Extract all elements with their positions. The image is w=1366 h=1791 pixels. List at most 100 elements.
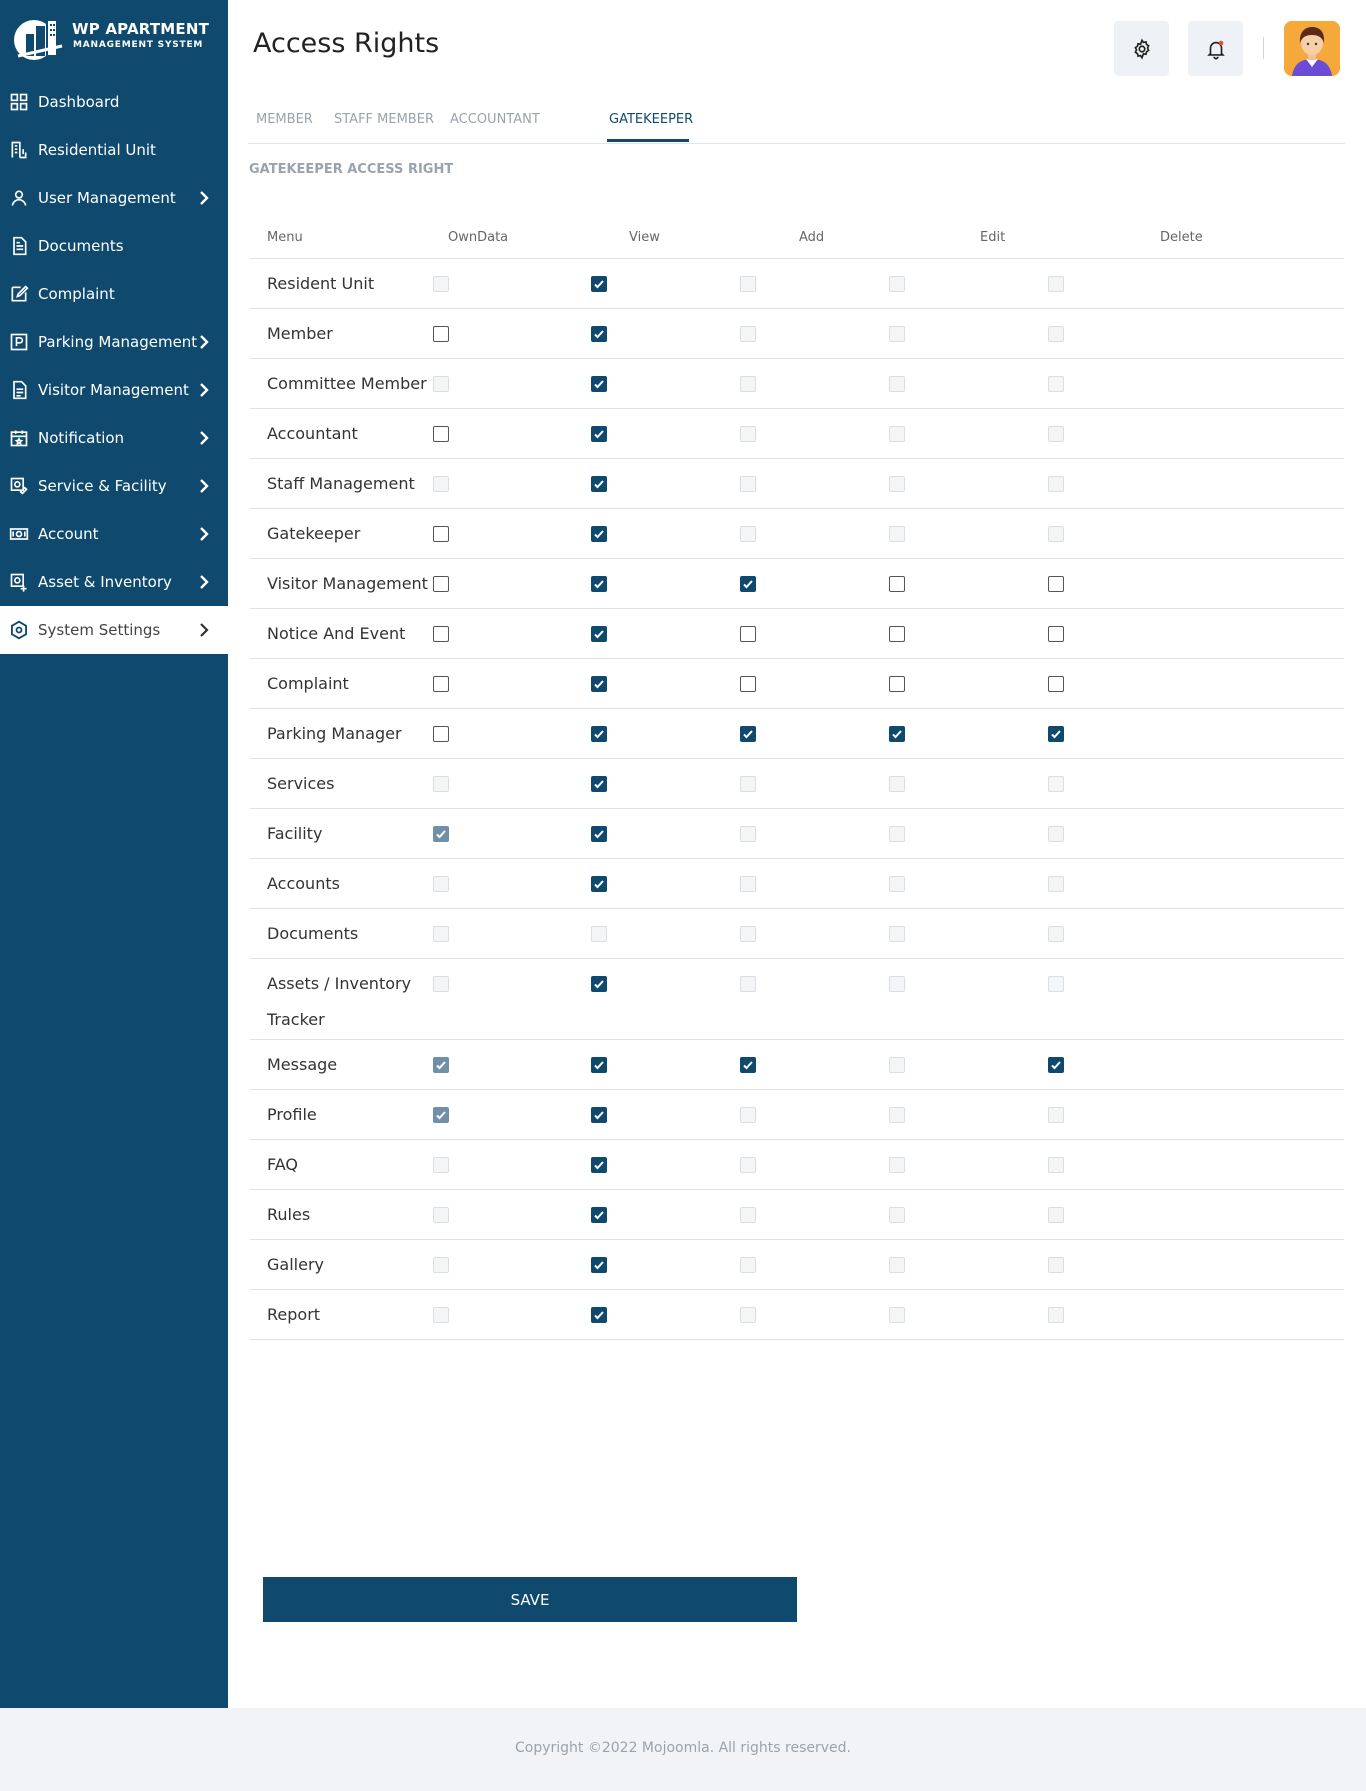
checkbox-add[interactable] [740,676,756,692]
checkbox-view[interactable] [591,476,607,492]
checkbox-view[interactable] [591,826,607,842]
building-icon [8,139,30,161]
checkbox-add [740,1157,756,1173]
table-row: Facility [250,809,1344,859]
save-button[interactable]: SAVE [263,1577,797,1622]
sidebar-item-account[interactable]: Account [0,510,228,558]
checkbox-edit [889,476,905,492]
sidebar-item-complaint[interactable]: Complaint [0,270,228,318]
checkbox-view[interactable] [591,426,607,442]
checkbox-view[interactable] [591,776,607,792]
checkbox-view[interactable] [591,376,607,392]
table-header: Menu OwnData View Add Edit Delete [250,224,1344,259]
checkbox-owndata [433,826,449,842]
checkbox-owndata[interactable] [433,676,449,692]
gear-icon [1133,38,1150,59]
checkbox-owndata[interactable] [433,526,449,542]
checkbox-delete[interactable] [1048,576,1064,592]
chevron-right-icon [196,526,212,542]
checkbox-view[interactable] [591,526,607,542]
checkbox-add [740,826,756,842]
checkbox-view[interactable] [591,1307,607,1323]
checkbox-delete[interactable] [1048,726,1064,742]
tab-accountant[interactable]: ACCOUNTANT [450,112,540,127]
settings-button[interactable] [1114,21,1169,76]
table-row: Staff Management [250,459,1344,509]
sidebar-item-label: Notification [38,429,125,447]
sidebar-item-residential-unit[interactable]: Residential Unit [0,126,228,174]
checkbox-owndata[interactable] [433,576,449,592]
sidebar-item-label: Visitor Management [38,381,189,399]
row-label: Parking Manager [267,724,402,743]
table-row: Resident Unit [250,259,1344,309]
checkbox-view[interactable] [591,1207,607,1223]
checkbox-view[interactable] [591,876,607,892]
checkbox-delete [1048,1157,1064,1173]
chevron-right-icon [196,574,212,590]
checkbox-owndata[interactable] [433,326,449,342]
checkbox-view[interactable] [591,276,607,292]
sidebar-item-label: Dashboard [38,93,120,111]
checkbox-add[interactable] [740,576,756,592]
checkbox-view[interactable] [591,626,607,642]
checkbox-delete [1048,1307,1064,1323]
row-label: Member [267,324,333,343]
table-row: Visitor Management [250,559,1344,609]
checkbox-delete[interactable] [1048,1057,1064,1073]
checkbox-delete[interactable] [1048,676,1064,692]
checkbox-edit[interactable] [889,576,905,592]
sidebar-item-label: System Settings [38,621,161,639]
checkbox-add [740,276,756,292]
checkbox-edit[interactable] [889,726,905,742]
brand-logo[interactable]: WP APARTMENT MANAGEMENT SYSTEM [10,14,220,64]
sidebar-item-asset-inventory[interactable]: Asset & Inventory [0,558,228,606]
checkbox-owndata [433,1257,449,1273]
checkbox-add[interactable] [740,626,756,642]
sidebar-item-service-facility[interactable]: Service & Facility [0,462,228,510]
checkbox-view[interactable] [591,1157,607,1173]
sidebar-item-documents[interactable]: Documents [0,222,228,270]
checkbox-view[interactable] [591,326,607,342]
sidebar-item-dashboard[interactable]: Dashboard [0,78,228,126]
service-icon [8,475,30,497]
row-label: FAQ [267,1155,298,1174]
checkbox-view[interactable] [591,1107,607,1123]
tab-gatekeeper[interactable]: GATEKEEPER [609,112,693,127]
checkbox-edit[interactable] [889,626,905,642]
checkbox-edit[interactable] [889,676,905,692]
table-row: Report [250,1290,1344,1340]
checkbox-add[interactable] [740,726,756,742]
checkbox-view[interactable] [591,726,607,742]
checkbox-owndata[interactable] [433,626,449,642]
sidebar-item-notification[interactable]: Notification [0,414,228,462]
checkbox-owndata[interactable] [433,726,449,742]
checkbox-edit [889,776,905,792]
tab-member[interactable]: MEMBER [256,112,313,127]
checkbox-view[interactable] [591,1057,607,1073]
sidebar-item-parking-management[interactable]: Parking Management [0,318,228,366]
row-label: Message [267,1055,338,1074]
checkbox-owndata [433,876,449,892]
sidebar-item-system-settings[interactable]: System Settings [0,606,228,654]
checkbox-view[interactable] [591,676,607,692]
tab-staff-member[interactable]: STAFF MEMBER [334,112,434,127]
access-rights-table: Menu OwnData View Add Edit Delete Reside… [250,224,1344,1340]
sidebar-item-visitor-management[interactable]: Visitor Management [0,366,228,414]
checkbox-owndata[interactable] [433,426,449,442]
checkbox-view[interactable] [591,1257,607,1273]
brand-subtitle: MANAGEMENT SYSTEM [73,40,204,50]
avatar[interactable] [1284,21,1340,76]
notifications-button[interactable] [1188,21,1243,76]
checkbox-delete [1048,326,1064,342]
checkbox-view[interactable] [591,576,607,592]
row-label: Resident Unit [267,274,375,293]
sidebar-item-user-management[interactable]: User Management [0,174,228,222]
checkbox-add [740,976,756,992]
checkbox-edit [889,1207,905,1223]
checkbox-delete[interactable] [1048,626,1064,642]
row-label: Gatekeeper [267,524,361,543]
checkbox-view[interactable] [591,976,607,992]
checkbox-add[interactable] [740,1057,756,1073]
checkbox-owndata [433,476,449,492]
table-row: Member [250,309,1344,359]
